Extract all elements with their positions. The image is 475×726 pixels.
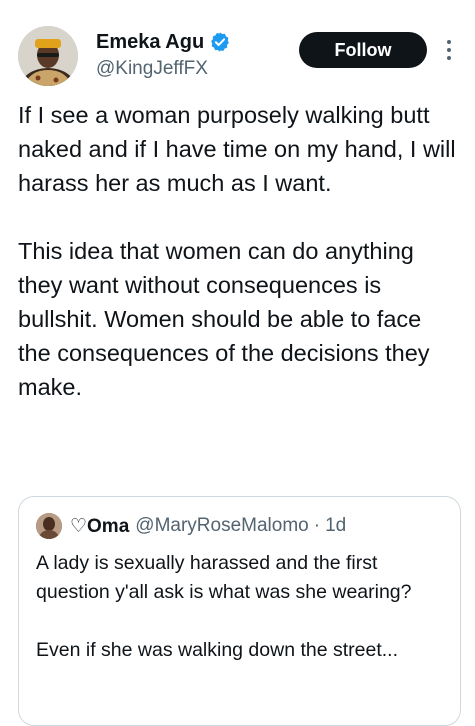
quoted-tweet-text: A lady is sexually harassed and the firs…	[36, 549, 446, 665]
more-dot	[447, 48, 451, 52]
quoted-paragraph: Even if she was walking down the street.…	[36, 639, 399, 661]
author-name-row: Emeka Agu	[96, 30, 231, 54]
more-dot	[447, 56, 451, 60]
tweet-paragraph: If I see a woman purposely walking butt …	[18, 102, 456, 196]
quoted-author-avatar	[36, 513, 62, 539]
tweet-paragraph: This idea that women can do anything the…	[18, 238, 430, 400]
quoted-tweet-card[interactable]: ♡Oma @MaryRoseMalomo · 1d A lady is sexu…	[18, 496, 461, 726]
quoted-author-row: ♡Oma @MaryRoseMalomo · 1d	[70, 513, 346, 539]
author-display-name[interactable]: Emeka Agu	[96, 31, 204, 54]
more-options-icon[interactable]	[437, 32, 461, 68]
tweet-text: If I see a woman purposely walking butt …	[18, 98, 458, 404]
follow-button[interactable]: Follow	[299, 32, 427, 68]
quoted-tweet-time: 1d	[325, 515, 347, 536]
dot-separator: ·	[313, 515, 321, 536]
quoted-author-name: ♡Oma	[70, 515, 130, 537]
tweet-header: Emeka Agu @KingJeffFX Follow	[0, 0, 475, 100]
author-avatar-image	[18, 26, 78, 86]
more-dot	[447, 40, 451, 44]
verified-badge-icon	[209, 31, 231, 53]
author-handle[interactable]: @KingJeffFX	[96, 58, 208, 80]
quoted-paragraph: A lady is sexually harassed and the firs…	[36, 552, 412, 603]
quoted-author-handle: @MaryRoseMalomo	[135, 515, 309, 536]
author-avatar[interactable]	[18, 26, 78, 86]
